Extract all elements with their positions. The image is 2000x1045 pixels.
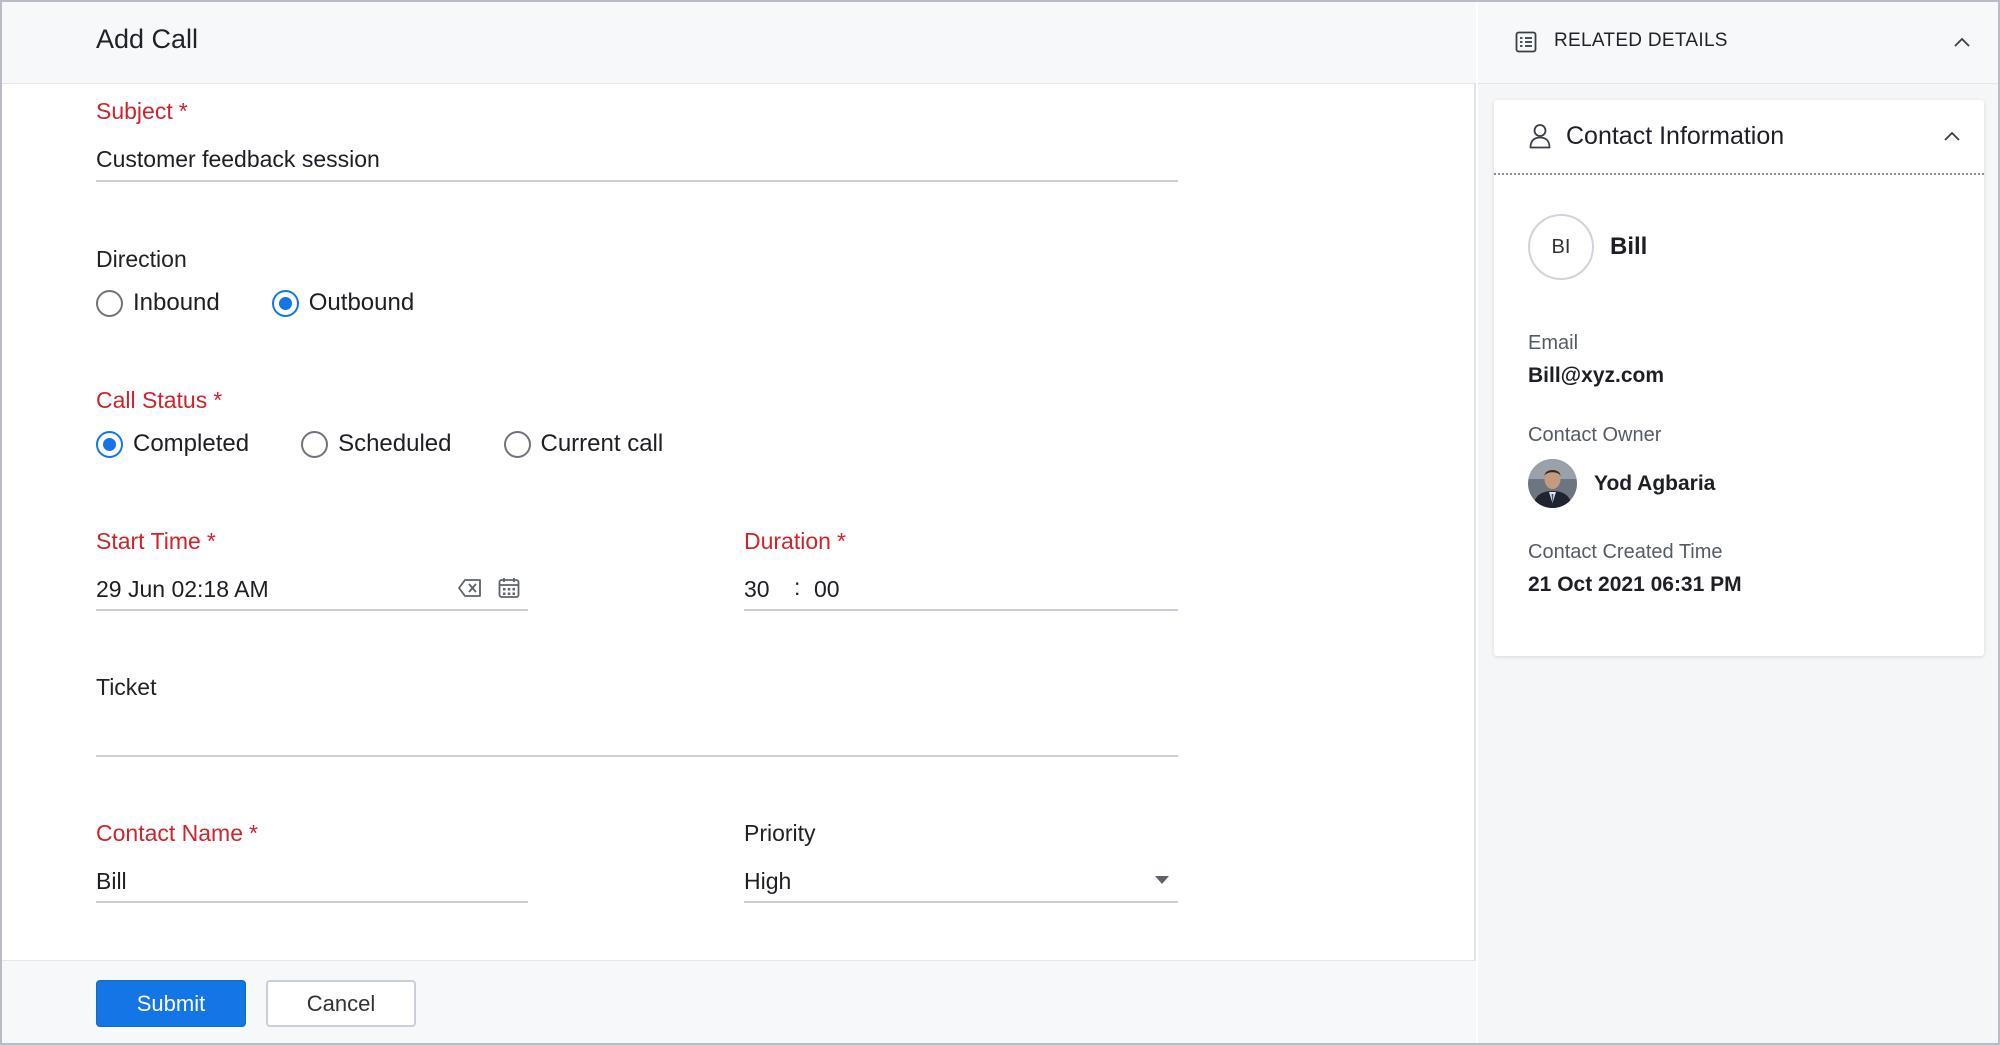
direction-inbound-radio[interactable]: Inbound bbox=[96, 289, 220, 317]
direction-radio-group: Inbound Outbound bbox=[96, 289, 466, 317]
radio-checked-icon bbox=[96, 430, 123, 458]
call-status-completed-radio[interactable]: Completed bbox=[96, 430, 249, 458]
calendar-icon[interactable] bbox=[495, 574, 523, 602]
contact-name-underline bbox=[96, 901, 528, 903]
chevron-up-icon[interactable] bbox=[1938, 122, 1966, 150]
email-value[interactable]: Bill@xyz.com bbox=[1528, 364, 1664, 388]
call-status-current-call-radio[interactable]: Current call bbox=[503, 430, 663, 458]
form-footer: Submit Cancel bbox=[2, 960, 1476, 1043]
cancel-button[interactable]: Cancel bbox=[266, 980, 416, 1027]
radio-unchecked-icon bbox=[503, 430, 531, 458]
subject-label: Subject * bbox=[96, 98, 188, 124]
contact-information-card: Contact Information BI Bill Email Bill@x… bbox=[1494, 100, 1984, 656]
duration-separator: : bbox=[794, 574, 801, 600]
subject-underline bbox=[96, 180, 1178, 182]
direction-label: Direction bbox=[96, 246, 187, 272]
form-header: Add Call bbox=[2, 2, 1476, 84]
duration-seconds-input[interactable]: 00 bbox=[814, 576, 840, 603]
related-details-title: RELATED DETAILS bbox=[1554, 30, 1728, 51]
start-time-label: Start Time * bbox=[96, 528, 216, 554]
caret-down-icon[interactable] bbox=[1148, 866, 1176, 894]
radio-checked-icon bbox=[271, 289, 299, 317]
list-details-icon bbox=[1512, 28, 1540, 56]
contact-avatar: BI bbox=[1528, 214, 1594, 280]
ticket-underline bbox=[96, 755, 1178, 757]
email-label: Email bbox=[1528, 332, 1579, 354]
contact-owner-label: Contact Owner bbox=[1528, 424, 1662, 446]
start-time-input[interactable]: 29 Jun 02:18 AM bbox=[96, 576, 269, 603]
radio-unchecked-icon bbox=[301, 430, 329, 458]
contact-name-input[interactable]: Bill bbox=[96, 868, 127, 895]
contact-owner-value[interactable]: Yod Agbaria bbox=[1594, 472, 1715, 496]
radio-unchecked-icon bbox=[96, 289, 123, 317]
submit-button[interactable]: Submit bbox=[96, 980, 246, 1027]
duration-minutes-input[interactable]: 30 bbox=[744, 576, 770, 603]
contact-created-time-value: 21 Oct 2021 06:31 PM bbox=[1528, 573, 1742, 596]
page-title: Add Call bbox=[96, 24, 199, 54]
clear-icon[interactable] bbox=[456, 574, 484, 602]
call-status-label: Call Status * bbox=[96, 387, 223, 413]
direction-outbound-radio[interactable]: Outbound bbox=[271, 289, 414, 317]
app-window: Add Call Subject * Customer feedback sess… bbox=[0, 0, 2000, 1045]
duration-underline bbox=[744, 609, 1178, 611]
priority-select[interactable]: High bbox=[744, 868, 791, 895]
contact-created-time-label: Contact Created Time bbox=[1528, 541, 1723, 563]
contact-name[interactable]: Bill bbox=[1610, 233, 1647, 261]
priority-label: Priority bbox=[744, 820, 816, 846]
priority-underline bbox=[744, 901, 1178, 903]
contact-information-header[interactable]: Contact Information bbox=[1494, 100, 1984, 175]
owner-avatar bbox=[1528, 459, 1577, 508]
chevron-up-icon[interactable] bbox=[1948, 28, 1976, 56]
related-details-panel: RELATED DETAILS Contact Information BI B… bbox=[1478, 2, 1998, 1043]
call-status-scheduled-radio[interactable]: Scheduled bbox=[301, 430, 452, 458]
ticket-label: Ticket bbox=[96, 674, 157, 700]
subject-input[interactable]: Customer feedback session bbox=[96, 146, 380, 173]
contact-information-title: Contact Information bbox=[1566, 122, 1785, 150]
user-outline-icon bbox=[1526, 122, 1554, 150]
duration-label: Duration * bbox=[744, 528, 846, 554]
add-call-form: Add Call Subject * Customer feedback sess… bbox=[2, 2, 1476, 1043]
contact-name-label: Contact Name * bbox=[96, 820, 258, 846]
start-time-underline bbox=[96, 609, 528, 611]
call-status-radio-group: Completed Scheduled Current call bbox=[96, 430, 715, 458]
related-details-header[interactable]: RELATED DETAILS bbox=[1478, 2, 1998, 84]
ticket-input[interactable] bbox=[96, 720, 1178, 750]
